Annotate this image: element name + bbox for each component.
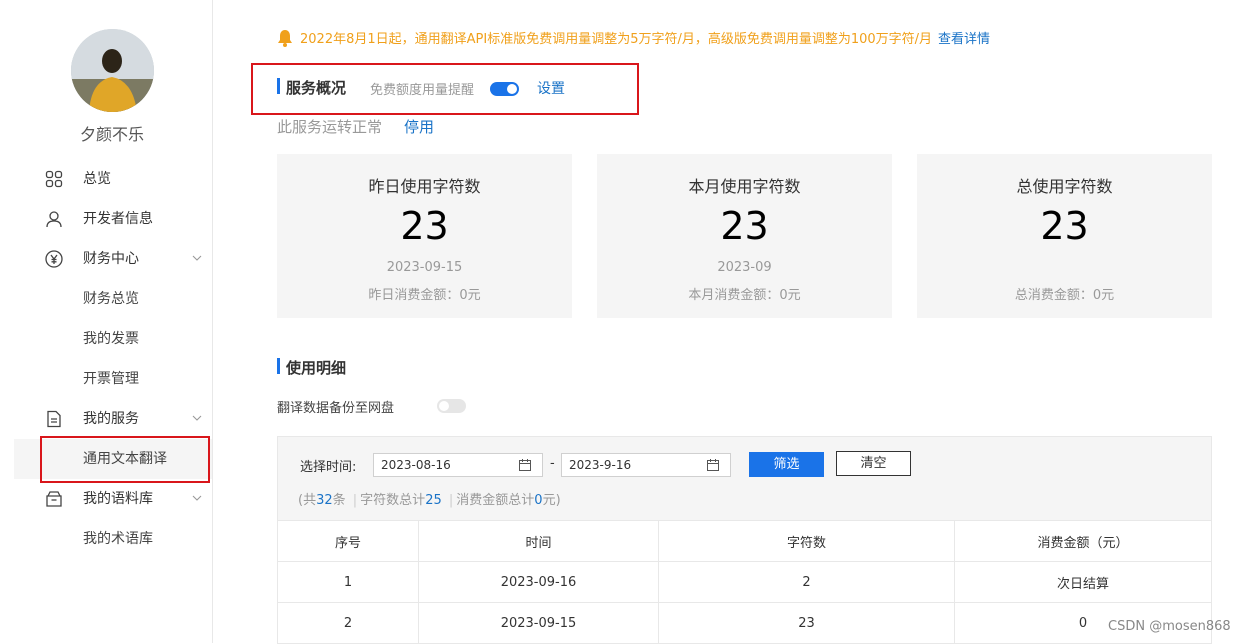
backup-label: 翻译数据备份至网盘 [277, 401, 395, 416]
stat-card-cost: 本月消费金额：0元 [688, 288, 801, 303]
stat-card-count: 23 [1040, 204, 1089, 248]
stat-card-count: 23 [400, 204, 449, 248]
stat-card-title: 本月使用字符数 [688, 177, 801, 196]
table-cell: 2 [277, 602, 419, 644]
calendar-icon[interactable] [519, 459, 531, 471]
summary-chars-label: 字符数总计 [360, 493, 426, 508]
table-header-row: 序号 时间 字符数 消费金额（元） [277, 520, 1212, 562]
stat-card-date: 2023-09-15 [386, 260, 463, 275]
clear-button[interactable]: 清空 [836, 451, 911, 476]
filter-button[interactable]: 筛选 [749, 452, 824, 477]
column-header: 消费金额（元） [954, 520, 1212, 562]
sidebar-item-label: 我的语料库 [83, 491, 153, 507]
sidebar-item-label: 总览 [83, 171, 111, 187]
sidebar-item-invoice-management[interactable]: 开票管理 [0, 359, 212, 399]
toggle-knob [507, 84, 517, 94]
quota-reminder-label: 免费额度用量提醒 [370, 83, 475, 98]
document-icon [47, 410, 61, 428]
sidebar-item-invoices[interactable]: 我的发票 [0, 319, 212, 359]
service-overview-title: 服务概况 [277, 77, 346, 98]
sidebar-item-my-services[interactable]: 我的服务 [0, 399, 212, 439]
stat-card-title: 总使用字符数 [1016, 177, 1113, 196]
stat-card-yesterday: 昨日使用字符数 23 2023-09-15 昨日消费金额：0元 [277, 154, 572, 318]
avatar-photo [71, 29, 154, 112]
highlight-box [40, 436, 210, 483]
summary-divider: | [352, 493, 358, 508]
sidebar-item-label: 我的服务 [83, 411, 139, 427]
stat-card-cost: 总消费金额：0元 [1014, 288, 1115, 303]
summary-divider: | [448, 493, 454, 508]
sidebar-item-finance[interactable]: 财务中心 [0, 239, 212, 279]
sidebar-item-label: 我的发票 [83, 331, 139, 347]
summary-line: (共32条 | 字符数总计25 | 消费金额总计0元) [298, 489, 561, 508]
chevron-down-icon[interactable] [191, 492, 203, 504]
notice-details-link[interactable]: 查看详情 [938, 28, 990, 47]
usage-details-title: 使用明细 [277, 357, 346, 378]
end-date-value: 2023-9-16 [569, 458, 632, 472]
stat-card-title: 昨日使用字符数 [368, 177, 481, 196]
column-header: 时间 [418, 520, 659, 562]
summary-total: 32 [316, 493, 333, 508]
watermark: CSDN @mosen868 [1108, 619, 1231, 634]
summary-chars: 25 [425, 493, 442, 508]
column-header: 序号 [277, 520, 419, 562]
sidebar-item-developer[interactable]: 开发者信息 [0, 199, 212, 239]
backup-toggle[interactable] [437, 399, 466, 413]
summary-suffix: 元) [542, 493, 561, 508]
username: 夕颜不乐 [79, 125, 144, 144]
table-cell: 2 [658, 561, 955, 603]
calendar-icon[interactable] [707, 459, 719, 471]
table-row: 2 2023-09-15 23 0 [277, 602, 1212, 644]
box-icon [46, 491, 62, 507]
bell-icon [278, 29, 292, 47]
notice-bar: 2022年8月1日起，通用翻译API标准版免费调用量调整为5万字符/月，高级版免… [277, 28, 990, 47]
toggle-knob [439, 401, 449, 411]
table-cell: 次日结算 [954, 561, 1212, 603]
user-icon [46, 211, 62, 228]
yen-icon [45, 250, 63, 268]
stat-card-count: 23 [720, 204, 769, 248]
chevron-down-icon[interactable] [191, 412, 203, 424]
sidebar-item-label: 财务中心 [83, 251, 139, 267]
disable-service-link[interactable]: 停用 [404, 116, 434, 137]
grid-icon [45, 170, 63, 188]
sidebar-item-label: 开票管理 [83, 371, 139, 387]
filter-panel: 选择时间: 2023-08-16 - 2023-9-16 筛选 清空 (共32条… [277, 436, 1212, 520]
sidebar-item-label: 财务总览 [83, 291, 139, 307]
service-status-text: 此服务运转正常 [277, 118, 383, 136]
start-date-input[interactable]: 2023-08-16 [373, 453, 543, 477]
sidebar-item-corpus[interactable]: 我的语料库 [0, 479, 212, 519]
summary-cost-label: 消费金额总计 [456, 493, 535, 508]
notice-text: 2022年8月1日起，通用翻译API标准版免费调用量调整为5万字符/月，高级版免… [300, 32, 933, 47]
stat-card-total: 总使用字符数 23 总消费金额：0元 [917, 154, 1212, 318]
date-range-separator: - [550, 456, 555, 471]
sidebar-item-terminology[interactable]: 我的术语库 [0, 519, 212, 559]
stat-card-month: 本月使用字符数 23 2023-09 本月消费金额：0元 [597, 154, 892, 318]
avatar[interactable] [71, 29, 154, 112]
sidebar: 夕颜不乐 总览 开发者信息 财务中心 财务总览 我的发票 开票管理 我的服务 通… [0, 0, 213, 643]
summary-cost: 0 [534, 493, 543, 508]
table-cell: 23 [658, 602, 955, 644]
table-cell: 1 [277, 561, 419, 603]
sidebar-item-finance-overview[interactable]: 财务总览 [0, 279, 212, 319]
sidebar-item-label: 我的术语库 [83, 531, 153, 547]
usage-table: 序号 时间 字符数 消费金额（元） 1 2023-09-16 2 次日结算 2 … [277, 520, 1212, 644]
summary-unit: 条 [332, 493, 346, 508]
date-range-label: 选择时间: [300, 460, 357, 475]
sidebar-item-label: 开发者信息 [83, 211, 153, 227]
stat-card-date: 2023-09 [717, 260, 772, 275]
settings-link[interactable]: 设置 [537, 78, 565, 98]
table-cell: 2023-09-16 [418, 561, 659, 603]
sidebar-item-overview[interactable]: 总览 [0, 159, 212, 199]
quota-reminder-toggle[interactable] [490, 82, 519, 96]
table-cell: 2023-09-15 [418, 602, 659, 644]
chevron-down-icon[interactable] [191, 252, 203, 264]
column-header: 字符数 [658, 520, 955, 562]
table-row: 1 2023-09-16 2 次日结算 [277, 561, 1212, 603]
start-date-value: 2023-08-16 [381, 458, 451, 472]
stat-card-cost: 昨日消费金额：0元 [368, 288, 481, 303]
summary-prefix: (共 [298, 493, 317, 508]
end-date-input[interactable]: 2023-9-16 [561, 453, 731, 477]
